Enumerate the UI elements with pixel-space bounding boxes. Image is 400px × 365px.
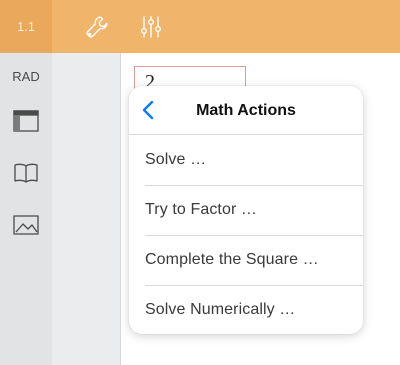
chevron-left-icon[interactable] <box>133 94 163 126</box>
menu-item-solve-numerically[interactable]: Solve Numerically … <box>129 285 363 334</box>
menu-item-complete-the-square[interactable]: Complete the Square … <box>129 235 363 285</box>
math-actions-menu: Solve … Try to Factor … Complete the Squ… <box>129 135 363 334</box>
menu-item-try-to-factor[interactable]: Try to Factor … <box>129 185 363 235</box>
popover-title: Math Actions <box>196 102 296 119</box>
math-actions-popover: Math Actions Solve … Try to Factor … Com… <box>129 86 363 334</box>
left-sidebar: RAD <box>0 53 52 365</box>
popover-header: Math Actions <box>129 86 363 135</box>
workspace-gap <box>52 53 120 365</box>
wrench-icon[interactable] <box>80 10 114 44</box>
page-indicator[interactable]: 1.1 <box>0 0 52 53</box>
top-toolbar: 1.1 <box>0 0 400 53</box>
book-icon[interactable] <box>10 157 42 189</box>
angle-mode-label[interactable]: RAD <box>0 69 52 84</box>
menu-item-solve[interactable]: Solve … <box>129 135 363 185</box>
image-icon[interactable] <box>10 209 42 241</box>
sliders-icon[interactable] <box>134 10 168 44</box>
layout-panel-icon[interactable] <box>10 105 42 137</box>
